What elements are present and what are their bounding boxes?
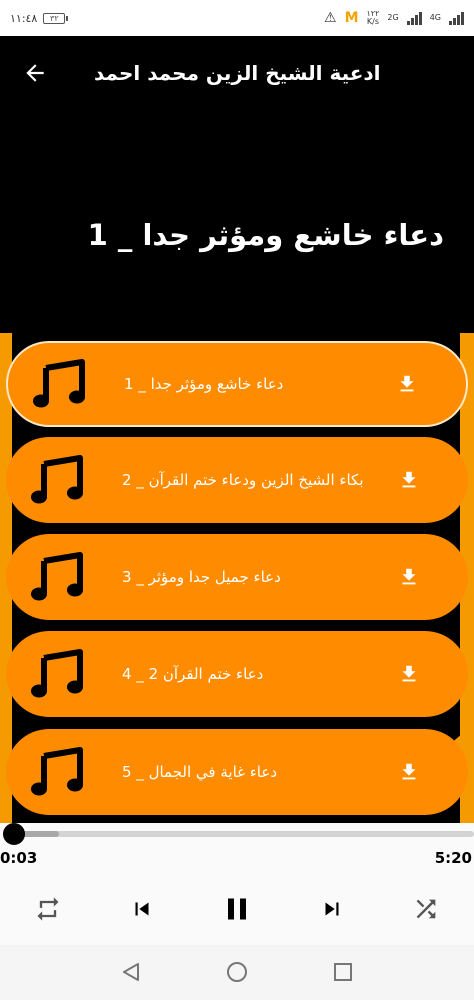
playlist-item[interactable]: بكاء الشيخ الزين ودعاء ختم القرآن _ 2	[6, 437, 468, 523]
app-title: ادعية الشيخ الزين محمد احمد	[94, 61, 381, 85]
clock: ١١:٤٨	[10, 11, 38, 25]
skip-next-icon	[325, 902, 339, 916]
system-nav-bar	[0, 945, 474, 1000]
playlist-item[interactable]: دعاء غاية في الجمال _ 5	[6, 729, 468, 815]
next-button[interactable]	[314, 891, 350, 927]
repeat-icon	[37, 897, 59, 921]
battery-level: ٣٢	[43, 12, 66, 24]
circle-home-icon	[227, 962, 247, 982]
seek-thumb[interactable]	[3, 823, 25, 845]
signal-icon-a	[406, 11, 422, 25]
playlist-item-label: دعاء جميل جدا ومؤثر _ 3	[122, 568, 281, 586]
nav-back-button[interactable]	[118, 959, 144, 985]
status-left: ١١:٤٨ ٣٢	[10, 11, 69, 25]
previous-button[interactable]	[124, 891, 160, 927]
now-playing-title: دعاء خاشع ومؤثر جدا _ 1	[87, 218, 444, 252]
playlist-item-label: دعاء خاشع ومؤثر جدا _ 1	[124, 375, 284, 393]
playlist-item[interactable]: دعاء ختم القرآن 2 _ 4	[6, 631, 468, 717]
playlist-item-label: دعاء ختم القرآن 2 _ 4	[122, 665, 264, 683]
network-speed: ١٢٢ K/s	[366, 9, 380, 26]
pause-button[interactable]	[216, 891, 258, 927]
back-button[interactable]	[18, 56, 52, 90]
app-bar: ادعية الشيخ الزين محمد احمد	[0, 36, 474, 110]
music-note-icon	[31, 747, 83, 796]
playlist-item[interactable]: دعاء خاشع ومؤثر جدا _ 1	[6, 341, 468, 427]
download-icon[interactable]	[398, 761, 420, 783]
square-recents-icon	[334, 963, 352, 981]
warning-icon: ⚠	[324, 10, 337, 26]
status-bar: ١١:٤٨ ٣٢ ⚠ M ١٢٢ K/s 2G 4G	[0, 0, 474, 36]
seek-bar[interactable]	[8, 831, 474, 837]
signal-icon-b	[449, 11, 464, 25]
triangle-back-icon	[123, 963, 139, 981]
status-right: ⚠ M ١٢٢ K/s 2G 4G	[324, 10, 464, 26]
player-panel: 0:03 5:20	[0, 823, 474, 945]
download-icon[interactable]	[398, 566, 420, 588]
download-icon[interactable]	[398, 663, 420, 685]
music-note-icon	[31, 552, 83, 601]
playback-controls	[0, 891, 474, 927]
playlist-item[interactable]: دعاء جميل جدا ومؤثر _ 3	[6, 534, 468, 620]
repeat-button[interactable]	[30, 891, 66, 927]
download-icon[interactable]	[396, 373, 418, 395]
pause-icon	[228, 898, 246, 920]
music-note-icon	[31, 455, 83, 504]
battery-icon: ٣٢	[43, 12, 69, 24]
shuffle-icon	[416, 899, 436, 919]
duration-time: 5:20	[434, 849, 472, 867]
playlist-item-label: دعاء غاية في الجمال _ 5	[122, 763, 278, 781]
network-type-b: 4G	[429, 13, 441, 22]
network-type-a: 2G	[387, 13, 399, 22]
current-time: 0:03	[0, 849, 38, 867]
download-icon[interactable]	[398, 469, 420, 491]
shuffle-button[interactable]	[408, 891, 444, 927]
arrow-left-icon	[26, 64, 44, 82]
nav-recents-button[interactable]	[330, 959, 356, 985]
nav-home-button[interactable]	[224, 959, 250, 985]
skip-previous-icon	[135, 902, 149, 916]
music-note-icon	[33, 359, 85, 408]
app-notification-icon: M	[344, 10, 359, 26]
music-note-icon	[31, 649, 83, 698]
playlist: دعاء خاشع ومؤثر جدا _ 1 بكاء الشيخ الزين…	[0, 333, 474, 823]
playlist-item-label: بكاء الشيخ الزين ودعاء ختم القرآن _ 2	[122, 471, 364, 489]
